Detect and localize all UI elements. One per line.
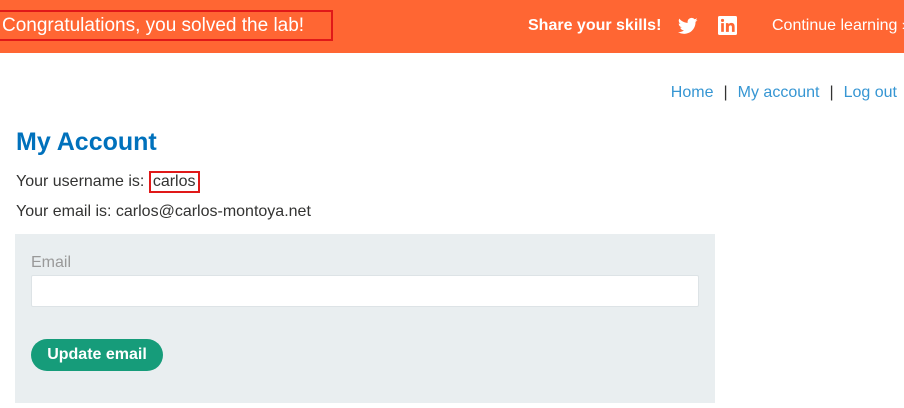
continue-learning-link[interactable]: Continue learning » xyxy=(772,17,904,35)
change-email-form: Email Update email xyxy=(15,234,715,403)
email-field-label: Email xyxy=(31,254,72,271)
nav-home-link[interactable]: Home xyxy=(671,84,714,101)
share-skills-label: Share your skills! xyxy=(528,17,662,34)
top-navigation: Home | My account | Log out xyxy=(671,84,897,102)
email-input[interactable] xyxy=(31,275,699,307)
nav-separator: | xyxy=(723,84,728,101)
username-line: Your username is: carlos xyxy=(16,171,200,193)
page-title: My Account xyxy=(16,128,157,156)
username-value: carlos xyxy=(148,171,200,193)
lab-status-banner: Congratulations, you solved the lab! Sha… xyxy=(0,0,904,53)
update-email-button[interactable]: Update email xyxy=(31,339,163,371)
lab-solved-message: Congratulations, you solved the lab! xyxy=(0,10,333,41)
linkedin-icon[interactable] xyxy=(718,16,737,35)
nav-separator: | xyxy=(829,84,834,101)
email-line: Your email is: carlos@carlos-montoya.net xyxy=(16,203,311,220)
nav-my-account-link[interactable]: My account xyxy=(738,84,820,101)
username-prefix: Your username is: xyxy=(16,173,149,190)
twitter-icon[interactable] xyxy=(678,16,698,36)
nav-logout-link[interactable]: Log out xyxy=(844,84,897,101)
